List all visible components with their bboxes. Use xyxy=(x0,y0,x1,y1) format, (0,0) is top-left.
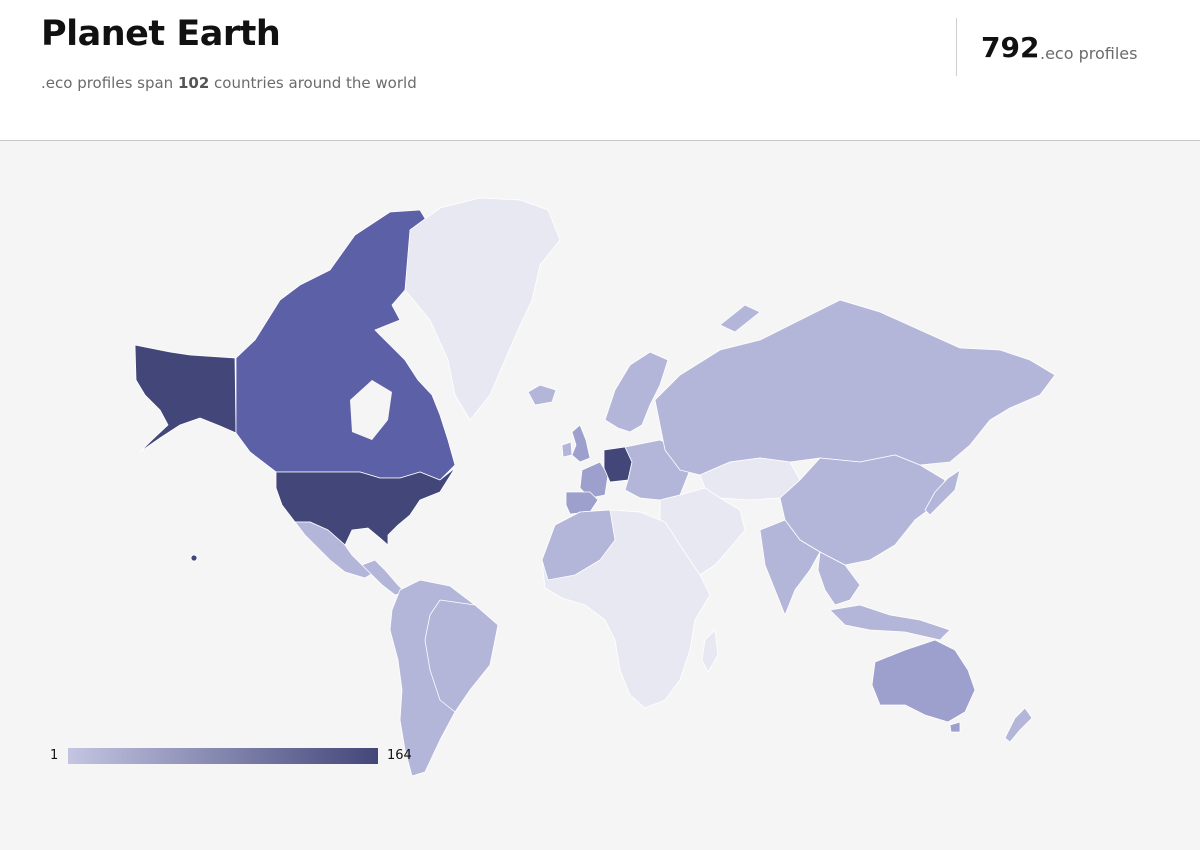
subtitle-prefix: .eco profiles span xyxy=(41,74,178,92)
country-novaya-zemlya[interactable] xyxy=(719,304,761,333)
map-area: 1 164 xyxy=(0,141,1200,850)
profile-count: 792 xyxy=(981,31,1040,64)
country-madagascar[interactable] xyxy=(701,629,719,673)
subtitle-suffix: countries around the world xyxy=(209,74,417,92)
country-united-kingdom[interactable] xyxy=(571,424,591,463)
header-divider xyxy=(956,18,957,76)
legend-min-label: 1 xyxy=(50,748,59,763)
country-central-america[interactable] xyxy=(361,559,406,596)
country-tasmania[interactable] xyxy=(949,721,961,733)
world-map xyxy=(134,197,1056,777)
country-spain[interactable] xyxy=(565,491,599,515)
page-title: Planet Earth xyxy=(41,14,281,54)
country-ireland[interactable] xyxy=(561,441,573,458)
legend-color-bar xyxy=(68,748,378,764)
page-subtitle: .eco profiles span 102 countries around … xyxy=(41,74,417,92)
country-australia[interactable] xyxy=(871,639,976,723)
country-united-states[interactable] xyxy=(275,467,456,546)
country-count: 102 xyxy=(177,74,210,92)
country-iceland[interactable] xyxy=(527,384,557,406)
header: Planet Earth .eco profiles span 102 coun… xyxy=(0,0,1200,141)
country-russia[interactable] xyxy=(654,299,1056,476)
country-alaska[interactable] xyxy=(134,344,237,453)
country-scandinavia[interactable] xyxy=(604,351,669,433)
country-hawaii[interactable] xyxy=(190,554,198,562)
country-indonesia[interactable] xyxy=(829,604,951,641)
profile-count-label: .eco profiles xyxy=(1040,44,1138,63)
legend-max-label: 164 xyxy=(387,748,412,763)
country-new-zealand[interactable] xyxy=(1004,707,1033,743)
